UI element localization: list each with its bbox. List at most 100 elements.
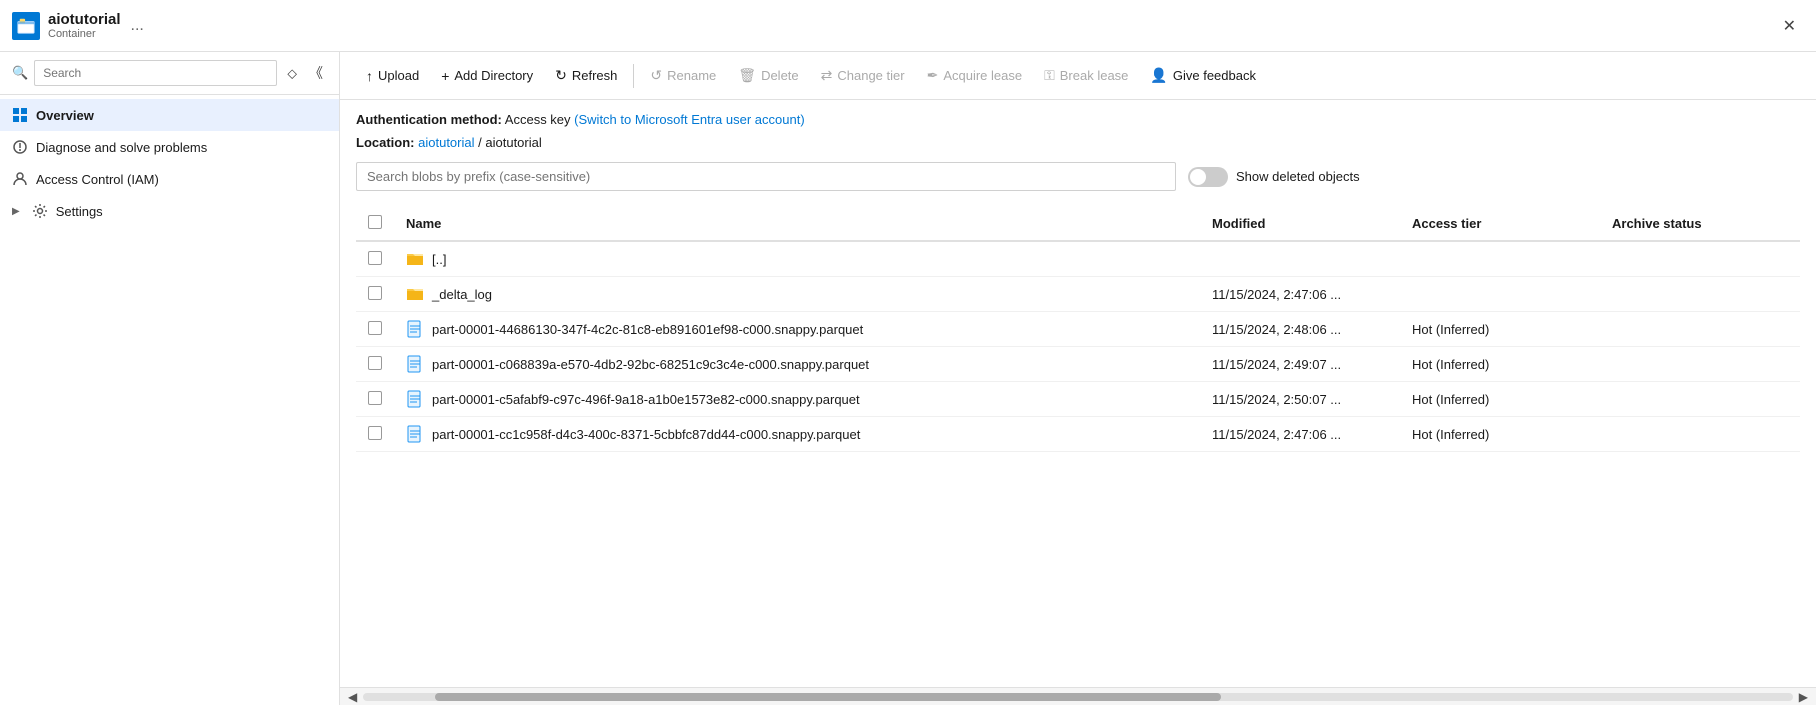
more-options-icon[interactable]: ... [131,17,144,35]
content-area: Authentication method: Access key (Switc… [340,100,1816,687]
select-all-checkbox[interactable] [368,215,382,229]
sidebar-item-diagnose[interactable]: Diagnose and solve problems [0,131,339,163]
blob-search-input[interactable] [356,162,1176,191]
filter-icon-button[interactable]: ⬦ [283,61,301,85]
sidebar-item-overview-label: Overview [36,108,94,123]
row-access-tier-cell [1400,277,1600,312]
break-lease-icon: ⚿ [1044,67,1055,84]
close-button[interactable]: ✕ [1775,12,1804,40]
horizontal-scrollbar: ◀ ▶ [340,687,1816,705]
file-row-name: part-00001-cc1c958f-d4c3-400c-8371-5cbbf… [406,425,1188,443]
show-deleted-toggle[interactable] [1188,167,1228,187]
table-row[interactable]: [..] [356,241,1800,277]
give-feedback-icon: 👤 [1150,67,1167,84]
row-archive-status-cell [1600,277,1800,312]
file-name[interactable]: part-00001-44686130-347f-4c2c-81c8-eb891… [432,322,863,337]
sidebar-item-overview[interactable]: Overview [0,99,339,131]
change-tier-icon: ⇄ [821,67,833,84]
scroll-track[interactable] [363,693,1793,701]
row-name-cell: [..] [394,241,1200,277]
add-directory-button[interactable]: + Add Directory [431,63,543,89]
change-tier-button[interactable]: ⇄ Change tier [811,62,915,89]
header-name[interactable]: Name [394,207,1200,241]
location-label: Location: [356,135,415,150]
refresh-button[interactable]: ↻ Refresh [545,62,627,89]
scroll-right-button[interactable]: ▶ [1797,690,1810,704]
auth-switch-link[interactable]: (Switch to Microsoft Entra user account) [574,112,804,127]
app-icon [12,12,40,40]
main-layout: 🔍 ⬦ 《 Overview Diagnose and solve proble… [0,52,1816,705]
row-access-tier-cell [1400,241,1600,277]
upload-button[interactable]: ↑ Upload [356,63,429,89]
location-account-link[interactable]: aiotutorial [418,135,474,150]
table-body: [..] _delta_log 11/15/2024, 2:47:06 ... … [356,241,1800,452]
table-row[interactable]: part-00001-cc1c958f-d4c3-400c-8371-5cbbf… [356,417,1800,452]
row-checkbox-cell [356,241,394,277]
row-checkbox[interactable] [368,391,382,405]
search-icon: 🔍 [12,65,28,81]
folder-icon [406,285,424,303]
file-row-name: part-00001-c068839a-e570-4db2-92bc-68251… [406,355,1188,373]
delete-button[interactable]: 🗑 Delete [728,62,808,89]
folder-icon [406,250,424,268]
rename-button[interactable]: ↺ Rename [640,62,726,89]
header-modified[interactable]: Modified [1200,207,1400,241]
row-access-tier-cell: Hot (Inferred) [1400,417,1600,452]
table-row[interactable]: part-00001-c5afabf9-c97c-496f-9a18-a1b0e… [356,382,1800,417]
app-subtitle: Container [48,28,121,40]
row-checkbox-cell [356,382,394,417]
acquire-lease-button[interactable]: ✒ Acquire lease [917,62,1033,89]
row-access-tier-cell: Hot (Inferred) [1400,382,1600,417]
file-icon [406,425,424,443]
sidebar-item-iam[interactable]: Access Control (IAM) [0,163,339,195]
header-archive-status[interactable]: Archive status [1600,207,1800,241]
main-content: ↑ Upload + Add Directory ↻ Refresh ↺ Ren… [340,52,1816,705]
chevron-right-icon: ▶ [12,206,20,217]
break-lease-button[interactable]: ⚿ Break lease [1034,62,1138,89]
file-name[interactable]: part-00001-c5afabf9-c97c-496f-9a18-a1b0e… [432,392,860,407]
row-checkbox-cell [356,312,394,347]
row-checkbox[interactable] [368,286,382,300]
add-directory-icon: + [441,68,449,84]
location-container: aiotutorial [485,135,541,150]
file-icon [406,390,424,408]
location-info: Location: aiotutorial / aiotutorial [356,135,1800,150]
overview-icon [12,107,28,123]
file-name[interactable]: [..] [432,252,446,267]
file-icon [406,355,424,373]
row-checkbox[interactable] [368,356,382,370]
table-row[interactable]: part-00001-44686130-347f-4c2c-81c8-eb891… [356,312,1800,347]
title-bar: aiotutorial Container ... ✕ [0,0,1816,52]
file-name[interactable]: part-00001-c068839a-e570-4db2-92bc-68251… [432,357,869,372]
blob-table: Name Modified Access tier Archive status… [356,207,1800,452]
row-modified-cell [1200,241,1400,277]
row-access-tier-cell: Hot (Inferred) [1400,312,1600,347]
header-access-tier[interactable]: Access tier [1400,207,1600,241]
sidebar-item-diagnose-label: Diagnose and solve problems [36,140,207,155]
table-row[interactable]: part-00001-c068839a-e570-4db2-92bc-68251… [356,347,1800,382]
scroll-thumb[interactable] [435,693,1221,701]
auth-value: Access key [505,112,571,127]
person-icon [12,171,28,187]
location-separator: / [478,135,482,150]
upload-icon: ↑ [366,68,373,84]
row-checkbox[interactable] [368,426,382,440]
row-checkbox[interactable] [368,321,382,335]
search-input[interactable] [34,60,277,86]
scroll-left-button[interactable]: ◀ [346,690,359,704]
file-name[interactable]: _delta_log [432,287,492,302]
toggle-knob [1190,169,1206,185]
settings-icon [32,203,48,219]
give-feedback-button[interactable]: 👤 Give feedback [1140,62,1266,89]
collapse-sidebar-button[interactable]: 《 [305,61,327,85]
file-name[interactable]: part-00001-cc1c958f-d4c3-400c-8371-5cbbf… [432,427,860,442]
file-row-name: part-00001-44686130-347f-4c2c-81c8-eb891… [406,320,1188,338]
row-modified-cell: 11/15/2024, 2:50:07 ... [1200,382,1400,417]
rename-icon: ↺ [650,67,662,84]
table-row[interactable]: _delta_log 11/15/2024, 2:47:06 ... [356,277,1800,312]
file-icon [406,320,424,338]
row-checkbox[interactable] [368,251,382,265]
acquire-lease-icon: ✒ [927,67,939,84]
toolbar-separator-1 [633,64,634,88]
sidebar-item-settings[interactable]: ▶ Settings [0,195,339,227]
